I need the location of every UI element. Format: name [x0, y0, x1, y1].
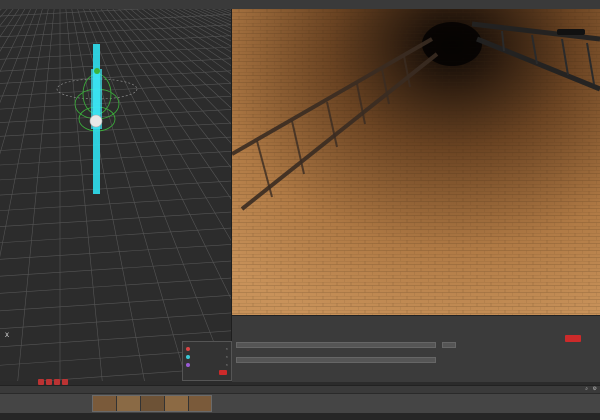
legend-dot: [186, 363, 190, 367]
visibility-icon[interactable]: ×: [226, 362, 228, 368]
timeline-ruler[interactable]: ⌕ ⚙: [0, 386, 600, 394]
clip-thumbnail: [189, 396, 211, 411]
legend-toggle-button[interactable]: [219, 370, 227, 375]
layers-legend: × × ×: [182, 341, 232, 381]
legend-item[interactable]: ×: [186, 346, 228, 352]
clip-thumbnail: [165, 396, 189, 411]
save-button[interactable]: [565, 335, 581, 342]
cancel-button[interactable]: [584, 335, 596, 342]
camera-position-marker[interactable]: [89, 114, 103, 128]
zoom-icon[interactable]: ⌕: [585, 386, 588, 392]
clip-thumbnail: [117, 396, 141, 411]
timeline-track[interactable]: [0, 394, 600, 413]
image-metadata-panel: [232, 315, 600, 382]
3d-viewport[interactable]: X: [0, 9, 232, 381]
settings-icon[interactable]: ⚙: [593, 386, 597, 392]
name-field[interactable]: [236, 342, 436, 348]
description-field[interactable]: [236, 357, 436, 363]
clip-thumbnail: [93, 396, 117, 411]
tags-field[interactable]: [442, 342, 456, 348]
timeline-panel[interactable]: ⌕ ⚙: [0, 385, 600, 414]
legend-item[interactable]: ×: [186, 362, 228, 368]
axis-indicator: X: [5, 333, 9, 339]
status-bar: [0, 413, 600, 420]
visibility-icon[interactable]: ×: [226, 354, 228, 360]
legend-dot: [186, 355, 190, 359]
camera-image-view[interactable]: [232, 9, 600, 315]
gizmo-handle[interactable]: [94, 68, 100, 74]
legend-item[interactable]: ×: [186, 354, 228, 360]
legend-dot: [186, 347, 190, 351]
3d-grid-scene[interactable]: X: [0, 9, 231, 381]
visibility-icon[interactable]: ×: [226, 346, 228, 352]
image-sequence-clip[interactable]: [92, 395, 212, 412]
tunnel-photo: [232, 9, 600, 315]
clip-thumbnail: [141, 396, 165, 411]
